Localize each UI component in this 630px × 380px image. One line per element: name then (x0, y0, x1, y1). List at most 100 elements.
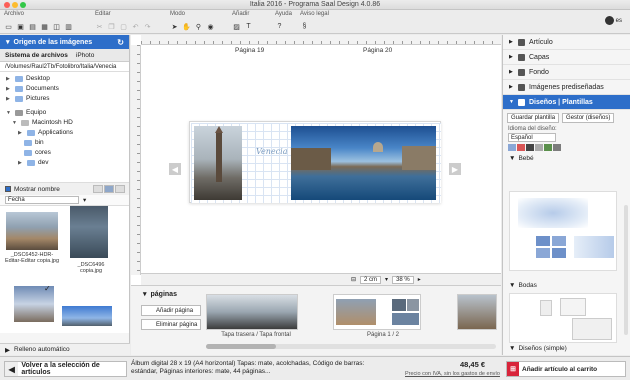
design-list-scrollbar[interactable] (624, 205, 628, 335)
computer-icon (15, 110, 23, 116)
collapse-arrow-icon[interactable]: ▼ (12, 118, 18, 128)
refresh-icon[interactable]: ↻ (117, 38, 124, 47)
zoom-icon[interactable]: ⚲ (194, 22, 203, 31)
tree-item-dev[interactable]: ▶ dev (0, 158, 129, 168)
view-list-button[interactable] (93, 185, 103, 193)
pointer-icon[interactable]: ➤ (170, 22, 179, 31)
save-as-icon[interactable]: ▤ (28, 22, 37, 31)
swatch-red[interactable] (517, 144, 525, 151)
cut-icon[interactable]: ✂ (95, 22, 104, 31)
swatch-black[interactable] (526, 144, 534, 151)
path-field[interactable]: /Volumes/Raul2Tb/Fotolibro/Italia/Veneci… (0, 62, 129, 72)
tree-item-pictures[interactable]: ▶ Pictures (0, 94, 129, 104)
save-template-button[interactable]: Guardar plantilla (507, 113, 560, 123)
photo-frame-right[interactable] (291, 126, 436, 200)
zoom-in-icon[interactable]: ▸ (418, 276, 421, 283)
next-page-button[interactable]: ▶ (449, 163, 461, 175)
category-bebe[interactable]: ▼ Bebé (503, 153, 630, 164)
redo-icon[interactable]: ↷ (143, 22, 152, 31)
category-bodas[interactable]: ▼ Bodas (503, 280, 623, 291)
show-name-checkbox[interactable] (5, 186, 11, 192)
export-icon[interactable]: ▥ (64, 22, 73, 31)
collapse-arrow-icon[interactable]: ▼ (6, 108, 12, 118)
collapse-arrow-icon[interactable]: ▾ (6, 38, 10, 46)
design-language-select[interactable]: Español (508, 133, 556, 142)
pages-scrollbar[interactable] (206, 344, 496, 349)
view-mode-buttons (93, 185, 125, 193)
tree-item-applications[interactable]: ▶ Applications (0, 128, 129, 138)
swatch-green[interactable] (544, 144, 552, 151)
legal-notice-icon[interactable]: § (300, 22, 309, 31)
thumbnail-item[interactable] (6, 212, 58, 250)
tab-iphoto[interactable]: iPhoto (76, 52, 94, 59)
tab-file-system[interactable]: Sistema de archivos (5, 52, 68, 59)
expand-arrow-icon[interactable]: ▶ (6, 94, 12, 104)
folder-icon (15, 76, 23, 82)
design-manager-button[interactable]: Gestor (diseños) (562, 113, 615, 123)
panel-item-clipart[interactable]: ▶ Imágenes prediseñadas (503, 80, 630, 95)
page-thumb-3-4[interactable] (457, 294, 497, 330)
photo-frame-left[interactable] (194, 126, 242, 200)
swatch-gray[interactable] (535, 144, 543, 151)
panel-item-articulo[interactable]: ▶ Artículo (503, 35, 630, 50)
copy-icon[interactable]: ❐ (107, 22, 116, 31)
ruler-unit-select[interactable]: 2 cm (360, 275, 382, 284)
swatch-blue[interactable] (508, 144, 516, 151)
tree-item-documents[interactable]: ▶ Documents (0, 84, 129, 94)
tree-item-bin[interactable]: bin (0, 138, 129, 148)
page-thumb-cover[interactable] (206, 294, 298, 330)
add-page-button[interactable]: Añadir página (141, 305, 201, 316)
sort-direction-icon[interactable]: ▾ (83, 196, 86, 204)
tree-item-desktop[interactable]: ▶ Desktop (0, 74, 129, 84)
collapse-arrow-icon[interactable]: ▾ (143, 290, 147, 298)
page-thumb-1-2[interactable] (333, 294, 421, 330)
expand-arrow-icon[interactable]: ▶ (6, 74, 12, 84)
preview-icon[interactable]: ◫ (52, 22, 61, 31)
add-text-icon[interactable]: T (244, 22, 253, 31)
zoom-out-icon[interactable]: ▾ (385, 276, 388, 283)
panel-item-label: Fondo (529, 68, 549, 76)
title-bar: Italia 2016 - Programa Saal Design 4.0.8… (0, 0, 630, 10)
design-preview-bodas[interactable] (509, 293, 617, 343)
view-large-button[interactable] (115, 185, 125, 193)
new-document-icon[interactable]: ▭ (4, 22, 13, 31)
eye-icon[interactable]: ◉ (206, 22, 215, 31)
script-text-frame[interactable]: Venecia (256, 147, 287, 156)
tree-item-equipo[interactable]: ▼ Equipo (0, 108, 129, 118)
previous-page-button[interactable]: ◀ (169, 163, 181, 175)
scrollbar-knob[interactable] (206, 344, 276, 349)
panel-item-fondo[interactable]: ▶ Fondo (503, 65, 630, 80)
thumbnail-item[interactable] (70, 206, 108, 258)
sort-select[interactable]: Fecha (5, 196, 79, 204)
design-shape (536, 248, 550, 258)
price-note-link[interactable]: Precio con IVA, sin los gastos de envío (405, 371, 500, 377)
paste-icon[interactable]: ▢ (119, 22, 128, 31)
add-to-cart-button[interactable]: ⊞ Añadir artículo al carrito (506, 361, 626, 377)
design-preview-bebe[interactable] (509, 191, 617, 271)
print-icon[interactable]: ▦ (40, 22, 49, 31)
tree-item-cores[interactable]: cores (0, 148, 129, 158)
page-spread[interactable]: Venecia (189, 121, 441, 203)
back-to-articles-button[interactable]: ◀ Volver a la selección de artículos (4, 361, 127, 377)
category-label: Bodas (518, 282, 537, 289)
thumbnail-item[interactable] (62, 306, 112, 326)
tree-item-macintosh-hd[interactable]: ▼ Macintosh HD (0, 118, 129, 128)
expand-arrow-icon[interactable]: ▶ (18, 158, 24, 168)
swatch-dark-gray[interactable] (553, 144, 561, 151)
category-disenos-simple[interactable]: ▼ Diseños (simple) (503, 343, 623, 354)
expand-arrow-icon[interactable]: ▶ (18, 128, 24, 138)
view-grid-button[interactable] (104, 185, 114, 193)
help-icon[interactable]: ? (275, 22, 284, 31)
expand-arrow-icon[interactable]: ▶ (6, 84, 12, 94)
remove-page-button[interactable]: Eliminar página (141, 319, 201, 330)
save-icon[interactable]: ▣ (16, 22, 25, 31)
language-selector[interactable]: es (604, 16, 622, 25)
panel-item-capas[interactable]: ▶ Capas (503, 50, 630, 65)
add-image-icon[interactable]: ▨ (232, 22, 241, 31)
panel-item-disenos[interactable]: ▼ Diseños | Plantillas (503, 95, 630, 110)
autofill-button[interactable]: ▶ Relleno automático (0, 343, 130, 355)
hand-icon[interactable]: ✋ (182, 22, 191, 31)
undo-icon[interactable]: ↶ (131, 22, 140, 31)
zoom-select[interactable]: 38 % (392, 275, 414, 284)
design-canvas[interactable]: Página 19 Página 20 ◀ ▶ Venecia ⊟ 2 cm ▾… (131, 35, 501, 285)
